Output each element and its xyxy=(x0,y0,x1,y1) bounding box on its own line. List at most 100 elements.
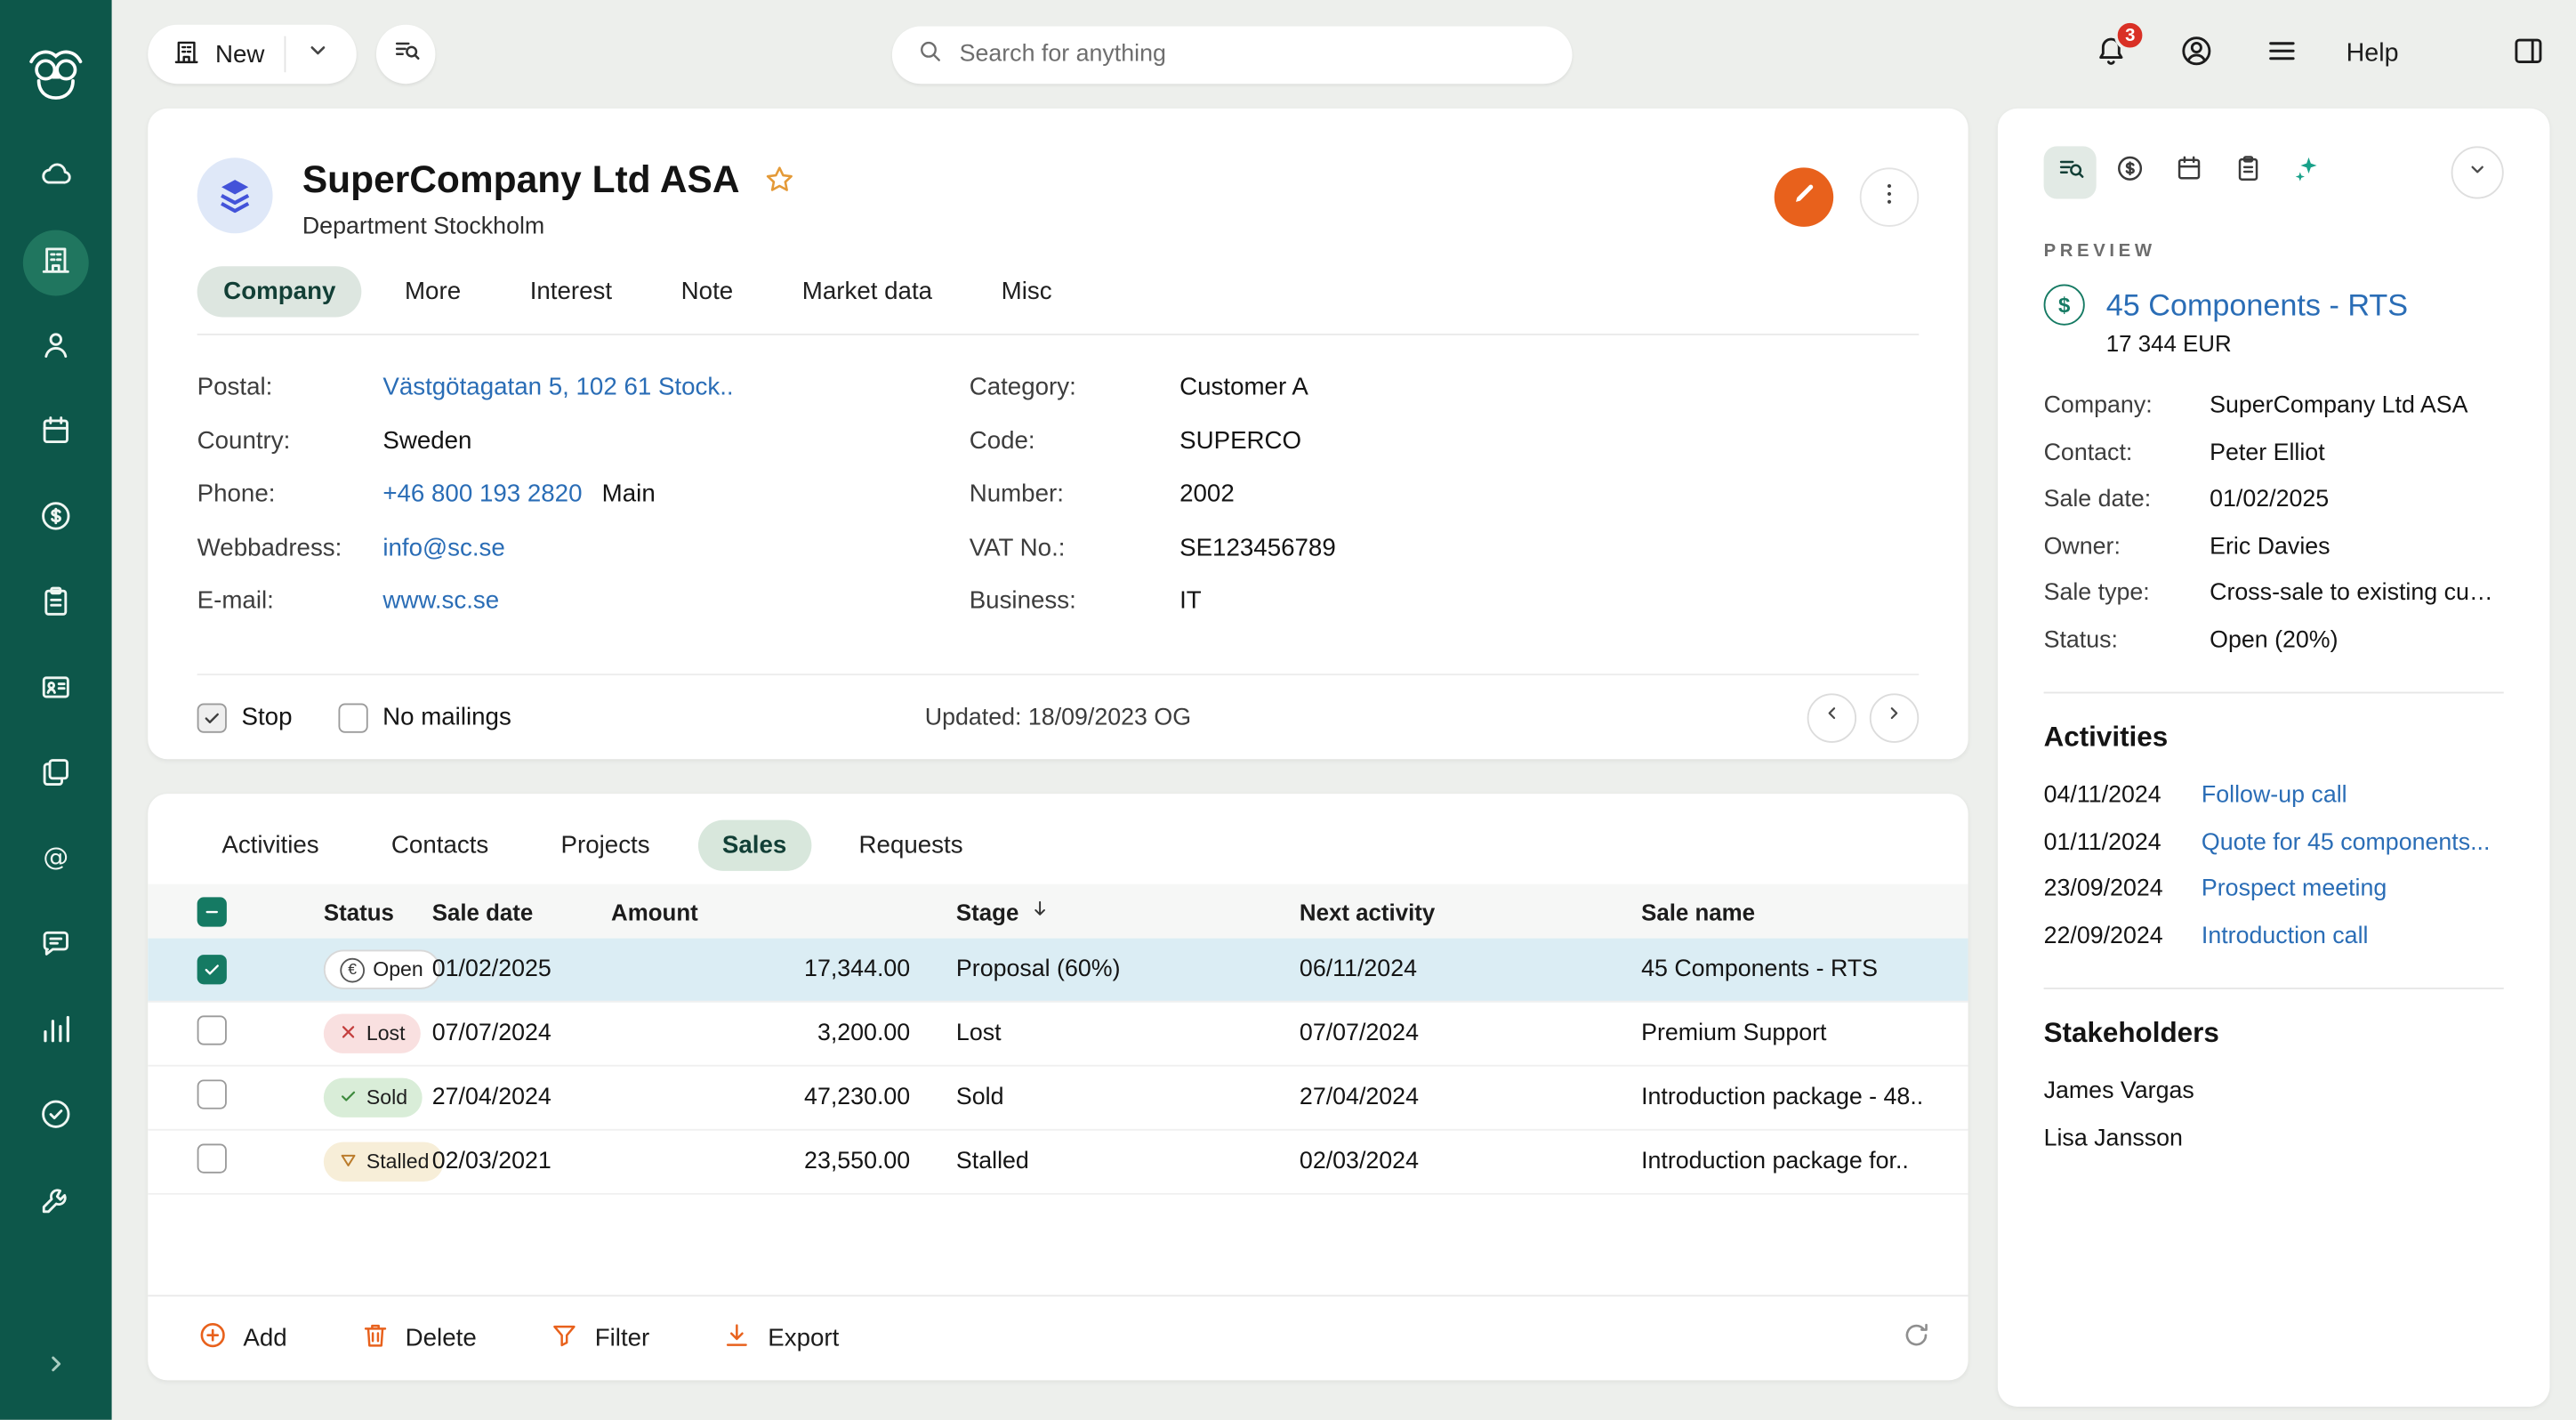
email-link[interactable]: www.sc.se xyxy=(382,575,499,628)
activity-link[interactable]: Quote for 45 components... xyxy=(2202,819,2504,867)
person-icon xyxy=(37,327,74,371)
panel-tab-ai-assistant[interactable] xyxy=(2281,146,2333,198)
preview-sale-title-link[interactable]: 45 Components - RTS xyxy=(2106,286,2408,323)
bar-chart-icon xyxy=(37,1010,74,1054)
column-header-sale-name[interactable]: Sale name xyxy=(1641,898,1942,924)
sales-card: Activities Contacts Projects Sales Reque… xyxy=(148,794,1968,1380)
column-header-amount[interactable]: Amount xyxy=(611,898,920,924)
chevron-down-icon xyxy=(2464,156,2491,190)
tab-projects[interactable]: Projects xyxy=(536,820,674,871)
row-checkbox[interactable] xyxy=(197,1015,227,1045)
sidebar-expand-button[interactable] xyxy=(23,1335,89,1400)
sidebar-item-sales[interactable] xyxy=(23,487,89,553)
tab-interest[interactable]: Interest xyxy=(503,266,639,317)
side-panel-toggle-button[interactable] xyxy=(2507,33,2549,76)
sidebar-item-email[interactable]: @ xyxy=(23,828,89,894)
dollar-circle-icon xyxy=(37,497,74,542)
panel-tab-calendar[interactable] xyxy=(2162,146,2215,198)
trash-icon xyxy=(359,1319,390,1357)
panel-tab-tasks[interactable] xyxy=(2221,146,2274,198)
phone-link[interactable]: +46 800 193 2820 xyxy=(382,468,582,521)
activity-link[interactable]: Prospect meeting xyxy=(2202,866,2504,913)
tab-company[interactable]: Company xyxy=(197,266,362,317)
app-logo-owl[interactable] xyxy=(20,36,92,112)
sidebar-item-settings[interactable] xyxy=(23,1170,89,1236)
table-row[interactable]: €Open 01/02/2025 17,344.00 Proposal (60%… xyxy=(148,939,1968,1003)
postal-address-link[interactable]: Västgötagatan 5, 102 61 Stock.. xyxy=(382,361,733,415)
delete-button[interactable]: Delete xyxy=(359,1319,477,1357)
tab-contacts[interactable]: Contacts xyxy=(366,820,513,871)
row-checkbox[interactable] xyxy=(197,1079,227,1109)
cell-sale-name: Introduction package - 48.. xyxy=(1641,1085,1942,1111)
column-header-next-activity[interactable]: Next activity xyxy=(1300,898,1641,924)
stakeholders-heading: Stakeholders xyxy=(2044,1017,2504,1050)
export-button[interactable]: Export xyxy=(722,1319,840,1357)
column-header-sale-date[interactable]: Sale date xyxy=(432,898,611,924)
sidebar-item-chat[interactable] xyxy=(23,914,89,980)
sidebar-item-dashboard[interactable] xyxy=(23,145,89,211)
activity-link[interactable]: Follow-up call xyxy=(2202,772,2504,819)
sidebar-item-visits[interactable] xyxy=(23,658,89,723)
preview-status: Open (20%) xyxy=(2210,617,2504,665)
activity-link[interactable]: Introduction call xyxy=(2202,913,2504,960)
filter-button[interactable]: Filter xyxy=(549,1319,649,1357)
global-search[interactable] xyxy=(892,26,1573,84)
preview-contact-link[interactable]: Peter Elliot xyxy=(2210,430,2504,477)
table-row[interactable]: Lost 07/07/2024 3,200.00 Lost 07/07/2024… xyxy=(148,1003,1968,1067)
sidebar-item-projects[interactable] xyxy=(23,743,89,809)
sidebar-item-contacts[interactable] xyxy=(23,316,89,382)
cell-stage: Stalled xyxy=(956,1149,1300,1175)
sidebar-item-calendar[interactable] xyxy=(23,401,89,467)
selection-list-button[interactable] xyxy=(376,25,435,84)
sidebar-item-tasks[interactable] xyxy=(23,572,89,638)
tab-misc[interactable]: Misc xyxy=(975,266,1078,317)
search-input[interactable] xyxy=(960,41,1550,68)
main-menu-button[interactable] xyxy=(2261,33,2304,76)
next-record-button[interactable] xyxy=(1870,692,1919,741)
field-label: Country: xyxy=(197,415,383,468)
row-checkbox[interactable] xyxy=(197,1143,227,1173)
no-mailings-checkbox-group[interactable]: No mailings xyxy=(338,703,511,732)
column-header-status[interactable]: Status xyxy=(324,898,432,924)
refresh-button[interactable] xyxy=(1901,1319,1932,1358)
tab-sales[interactable]: Sales xyxy=(697,820,811,871)
help-link[interactable]: Help xyxy=(2347,39,2399,69)
favorite-star-button[interactable] xyxy=(762,163,797,198)
tab-requests[interactable]: Requests xyxy=(834,820,987,871)
account-button[interactable] xyxy=(2176,33,2218,76)
table-row[interactable]: Stalled 02/03/2021 23,550.00 Stalled 02/… xyxy=(148,1131,1968,1195)
sidebar-item-reports[interactable] xyxy=(23,999,89,1065)
notifications-button[interactable]: 3 xyxy=(2090,33,2133,76)
panel-collapse-button[interactable] xyxy=(2451,146,2504,198)
tab-activities[interactable]: Activities xyxy=(197,820,344,871)
select-all-checkbox[interactable] xyxy=(197,897,227,926)
new-button-dropdown[interactable] xyxy=(286,35,350,74)
webaddress-link[interactable]: info@sc.se xyxy=(382,521,504,575)
edit-company-button[interactable] xyxy=(1775,167,1833,226)
chevron-right-icon xyxy=(1883,702,1906,733)
panel-tab-sales[interactable] xyxy=(2103,146,2155,198)
no-mailings-checkbox[interactable] xyxy=(338,703,367,732)
stop-checkbox[interactable] xyxy=(197,703,227,732)
tab-market-data[interactable]: Market data xyxy=(776,266,958,317)
previous-record-button[interactable] xyxy=(1807,692,1856,741)
tab-note[interactable]: Note xyxy=(655,266,760,317)
table-row[interactable]: Sold 27/04/2024 47,230.00 Sold 27/04/202… xyxy=(148,1067,1968,1131)
cell-sale-date: 01/02/2025 xyxy=(432,956,611,983)
tab-more[interactable]: More xyxy=(378,266,487,317)
panel-tab-selection[interactable] xyxy=(2044,146,2097,198)
new-button[interactable]: New xyxy=(148,25,357,84)
copy-stack-icon xyxy=(37,754,74,798)
field-label: Number: xyxy=(970,468,1179,521)
sidebar-item-companies[interactable] xyxy=(23,230,89,296)
stop-checkbox-group[interactable]: Stop xyxy=(197,703,293,732)
add-button[interactable]: Add xyxy=(197,1319,287,1357)
sidebar-item-marketing[interactable] xyxy=(23,1085,89,1150)
company-more-options-button[interactable] xyxy=(1860,167,1919,226)
funnel-icon xyxy=(549,1319,580,1357)
column-header-stage[interactable]: Stage xyxy=(956,897,1300,924)
row-checkbox[interactable] xyxy=(197,954,227,983)
preview-company-link[interactable]: SuperCompany Ltd ASA xyxy=(2210,383,2504,430)
new-button-label: New xyxy=(215,40,264,68)
building-icon xyxy=(37,241,74,286)
